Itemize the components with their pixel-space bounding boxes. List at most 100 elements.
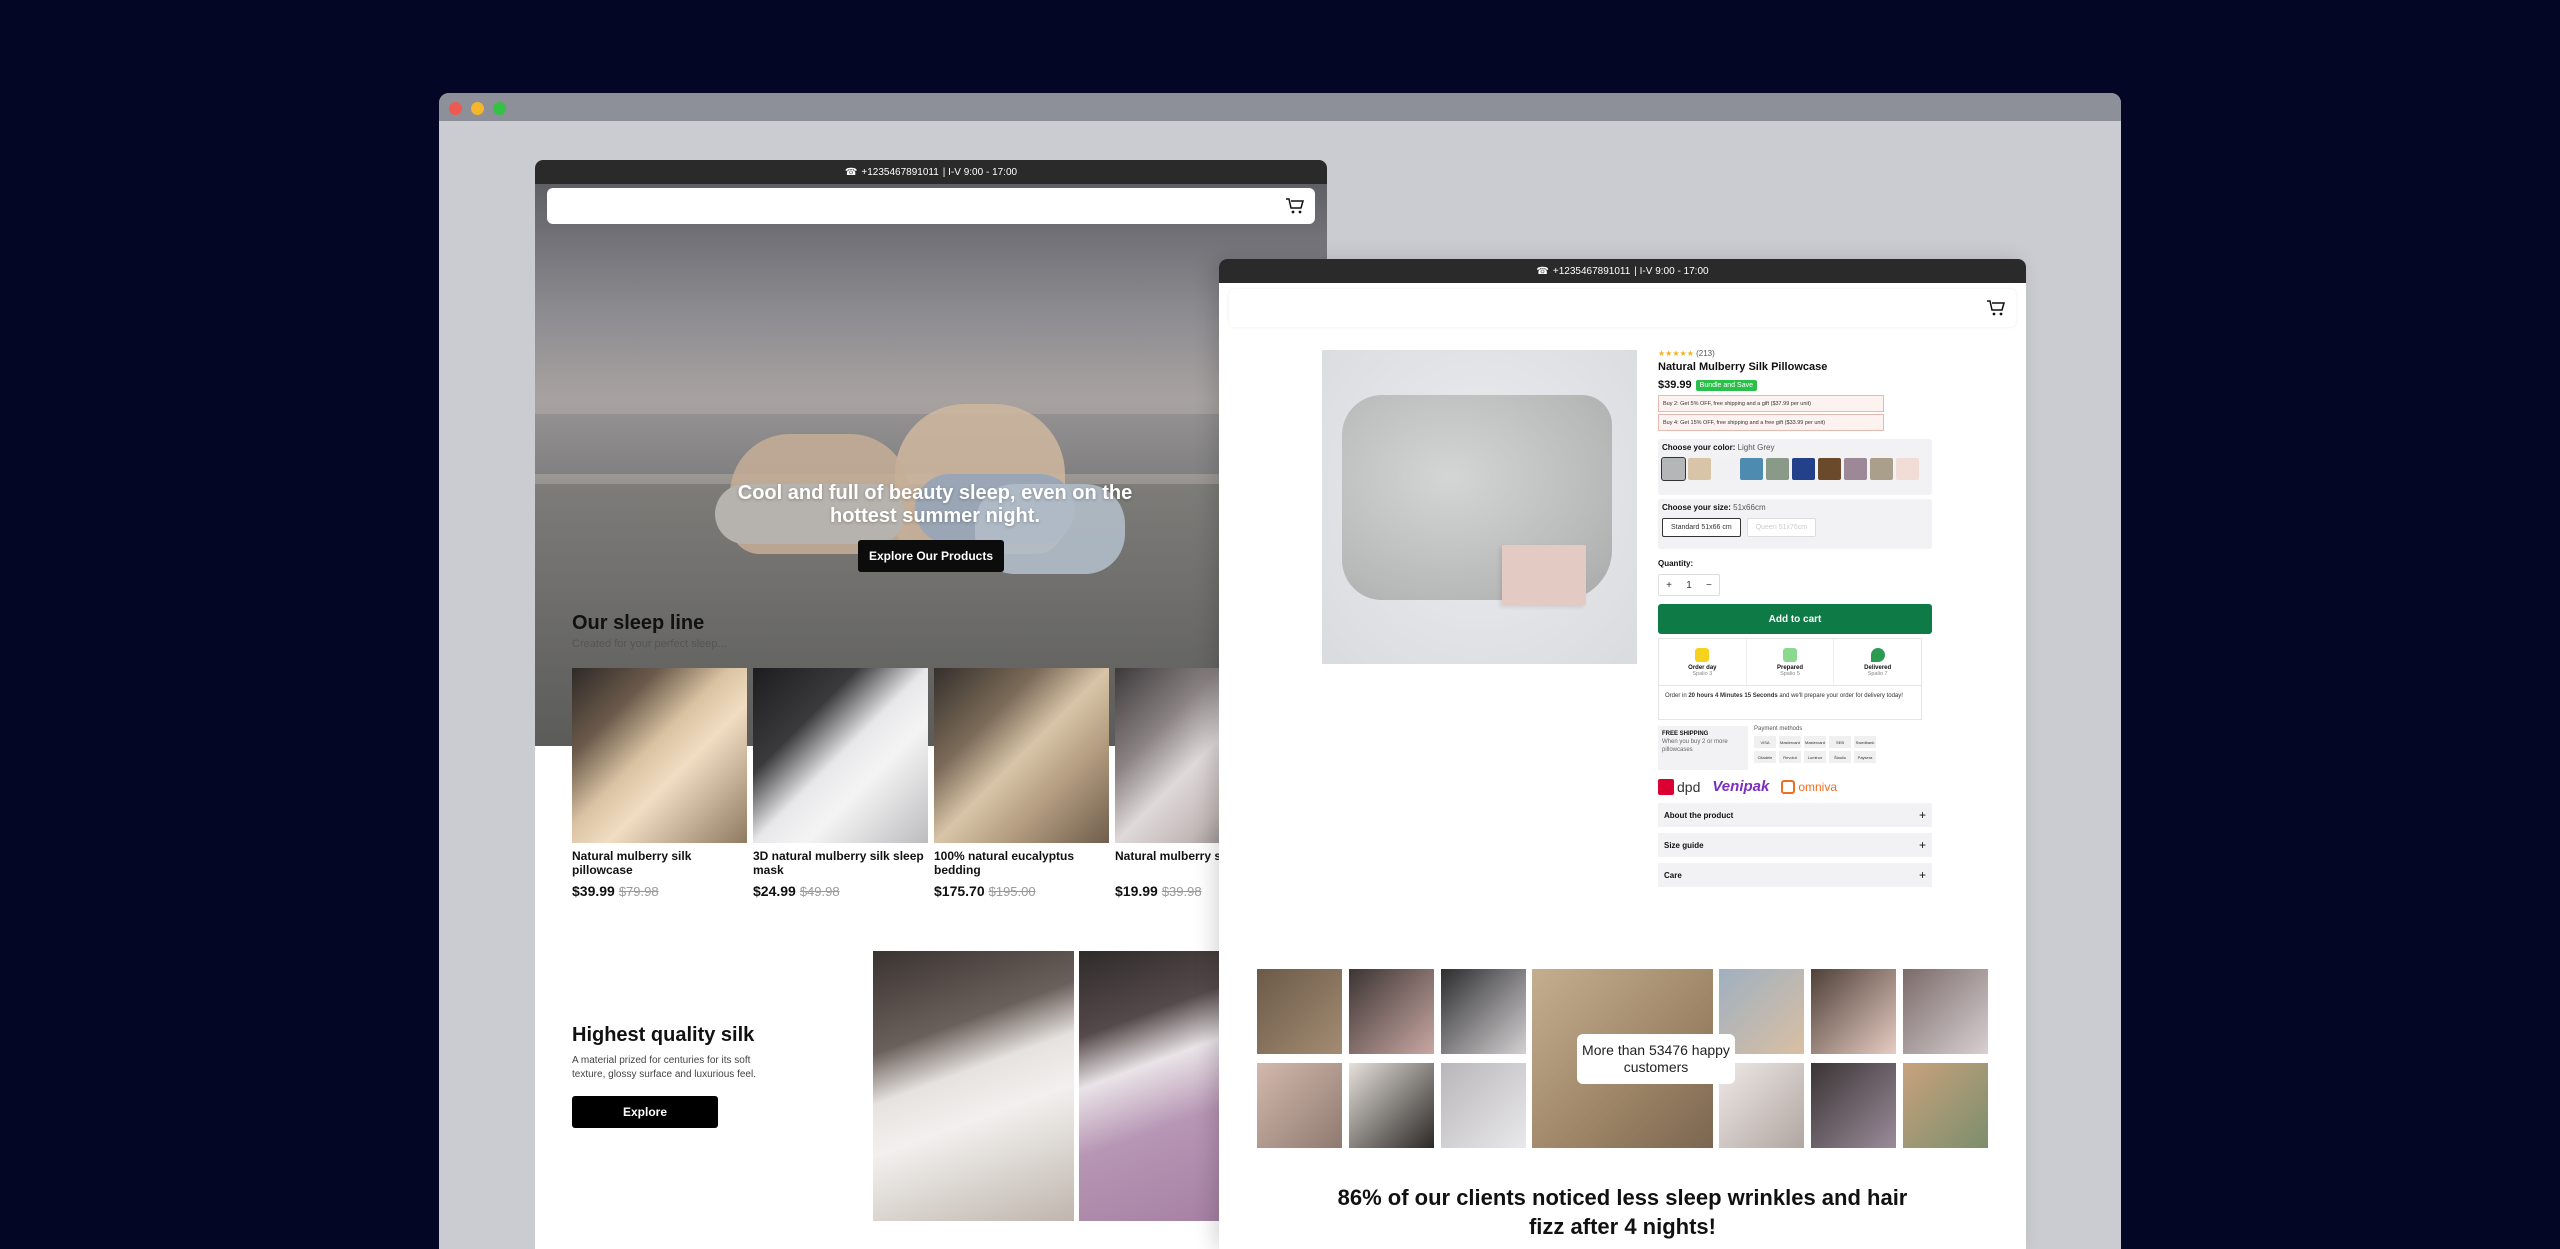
color-value: Light Grey (1737, 443, 1775, 452)
bundle-badge: Bundle and Save (1695, 379, 1757, 391)
contact-phone[interactable]: +1235467891011 (1553, 266, 1630, 277)
accordion-size-guide[interactable]: Size guide + (1658, 833, 1932, 857)
product-price: $39.99 (1658, 379, 1692, 391)
product-card[interactable]: 3D natural mulberry silk sleep mask $24.… (753, 668, 928, 899)
gallery-photo[interactable] (1441, 969, 1526, 1054)
size-selector: Choose your size: 51x66cm Standard 51x66… (1658, 499, 1932, 549)
hero-title: Cool and full of beauty sleep, even on t… (737, 482, 1133, 527)
hero-banner: Cool and full of beauty sleep, even on t… (535, 184, 1327, 746)
plus-icon: + (1918, 808, 1926, 822)
color-swatch[interactable] (1792, 458, 1815, 480)
color-swatch[interactable] (1896, 458, 1919, 480)
product-card[interactable]: Natural mulberry silk pillowcase $39.99 $… (572, 668, 747, 899)
product-old-price: $49.98 (799, 884, 840, 899)
omniva-icon (1781, 779, 1796, 794)
product-page-preview: ☎ +1235467891011 | I-V 9:00 - 17:00 ★★★★… (1219, 259, 2026, 1249)
size-value: 51x66cm (1733, 503, 1766, 512)
order-countdown: Order in 20 hours 4 Minutes 15 Seconds a… (1658, 686, 1922, 720)
close-window-button[interactable] (449, 102, 462, 115)
gallery-photo[interactable] (1257, 969, 1342, 1054)
truck-icon (1783, 647, 1797, 662)
shopping-bag-icon (1695, 647, 1710, 662)
gallery-photo[interactable] (1811, 1063, 1896, 1148)
rating-stars[interactable]: ★★★★★ (213) (1658, 349, 1932, 358)
gallery-photo[interactable] (1349, 1063, 1434, 1148)
site-header (547, 188, 1315, 224)
product-image[interactable] (572, 668, 747, 843)
free-shipping-title: FREE SHIPPING (1662, 731, 1709, 737)
delivery-step: Prepared Spalio 5 (1747, 639, 1835, 685)
gallery-photo[interactable] (1903, 969, 1988, 1054)
maximize-window-button[interactable] (493, 102, 506, 115)
color-swatch[interactable] (1714, 458, 1737, 480)
delivery-timeline: Order day Spalio 3 Prepared Spalio 5 Del… (1658, 638, 1922, 686)
delivery-step-date: Spalio 7 (1867, 670, 1888, 677)
product-image[interactable] (934, 668, 1109, 843)
bundle-offer[interactable]: Buy 2: Get 5% OFF, free shipping and a g… (1658, 395, 1884, 412)
contact-bar: ☎ +1235467891011 | I-V 9:00 - 17:00 (535, 160, 1327, 184)
site-header (1229, 289, 2016, 327)
color-swatch[interactable] (1661, 457, 1686, 481)
payment-method-icon: Paysera (1854, 751, 1876, 763)
accordion-care[interactable]: Care + (1658, 863, 1932, 887)
add-to-cart-button[interactable]: Add to cart (1658, 604, 1932, 634)
product-old-price: $79.98 (618, 884, 659, 899)
color-swatch[interactable] (1844, 458, 1867, 480)
quantity-value[interactable]: 1 (1686, 580, 1692, 591)
product-accordion: About the product + Size guide + Care + (1658, 803, 1932, 887)
accordion-about[interactable]: About the product + (1658, 803, 1932, 827)
product-name[interactable]: Natural mulberry silk pillowcase (572, 849, 747, 879)
product-price: $19.99 (1115, 883, 1158, 899)
color-swatch[interactable] (1740, 458, 1763, 480)
explore-button[interactable]: Explore (572, 1096, 718, 1128)
omniva-logo: omniva (1781, 779, 1837, 794)
color-swatch[interactable] (1688, 458, 1711, 480)
happy-customers-badge: More than 53476 happy customers (1577, 1034, 1735, 1084)
product-image[interactable] (753, 668, 928, 843)
countdown-text: and we'll prepare your order for deliver… (1777, 693, 1903, 699)
delivery-step-date: Spalio 3 (1692, 670, 1713, 677)
phone-icon: ☎ (844, 166, 858, 178)
contact-hours: | I-V 9:00 - 17:00 (1634, 265, 1709, 277)
results-headline: 86% of our clients noticed less sleep wr… (1337, 1185, 1908, 1239)
cart-icon[interactable] (1986, 299, 2006, 317)
delivery-step: Delivered Spalio 7 (1834, 639, 1921, 685)
gallery-photo[interactable] (1257, 1063, 1342, 1148)
color-swatch[interactable] (1818, 458, 1841, 480)
color-swatch[interactable] (1766, 458, 1789, 480)
dpd-cube-icon (1658, 778, 1674, 795)
color-swatch[interactable] (1870, 458, 1893, 480)
product-name[interactable]: 100% natural eucalyptus bedding (934, 849, 1109, 879)
customer-gallery: More than 53476 happy customers (1257, 969, 1988, 1148)
gallery-photo[interactable] (1811, 969, 1896, 1054)
bundle-offer[interactable]: Buy 4: Get 15% OFF, free shipping and a … (1658, 414, 1884, 431)
minimize-window-button[interactable] (471, 102, 484, 115)
browser-titlebar (439, 93, 2121, 121)
product-price: $24.99 (753, 883, 796, 899)
product-name[interactable]: 3D natural mulberry silk sleep mask (753, 849, 928, 879)
payment-method-icon: SEB (1829, 736, 1851, 748)
contact-phone[interactable]: +1235467891011 (861, 167, 938, 178)
gallery-photo[interactable] (1349, 969, 1434, 1054)
rating-count: (213) (1696, 349, 1715, 358)
gallery-photo[interactable] (1903, 1063, 1988, 1148)
quantity-decrease-button[interactable]: − (1706, 580, 1712, 591)
quantity-increase-button[interactable]: + (1666, 580, 1672, 591)
size-option[interactable]: Queen 51x76cm (1746, 518, 1817, 537)
sleep-line-subtitle: Created for your perfect sleep... (572, 638, 727, 650)
product-title: Natural Mulberry Silk Pillowcase (1658, 361, 1828, 373)
dpd-logo: dpd (1658, 778, 1700, 795)
product-main-image[interactable] (1322, 350, 1637, 664)
phone-icon: ☎ (1536, 265, 1549, 277)
contact-hours: | I-V 9:00 - 17:00 (942, 166, 1018, 178)
payment-method-icon: VISA (1754, 736, 1776, 748)
countdown-text: Order in (1665, 693, 1689, 699)
explore-products-button[interactable]: Explore Our Products (858, 540, 1004, 572)
product-old-price: $195.00 (988, 884, 1036, 899)
size-option[interactable]: Standard 51x66 cm (1662, 518, 1741, 537)
cart-icon[interactable] (1285, 197, 1305, 215)
payment-methods: Payment methods VISA Mastercard Mastercard… (1754, 726, 1884, 770)
product-card[interactable]: 100% natural eucalyptus bedding $175.70 $… (934, 668, 1109, 899)
product-price: $39.99 (572, 883, 615, 899)
gallery-photo[interactable] (1441, 1063, 1526, 1148)
